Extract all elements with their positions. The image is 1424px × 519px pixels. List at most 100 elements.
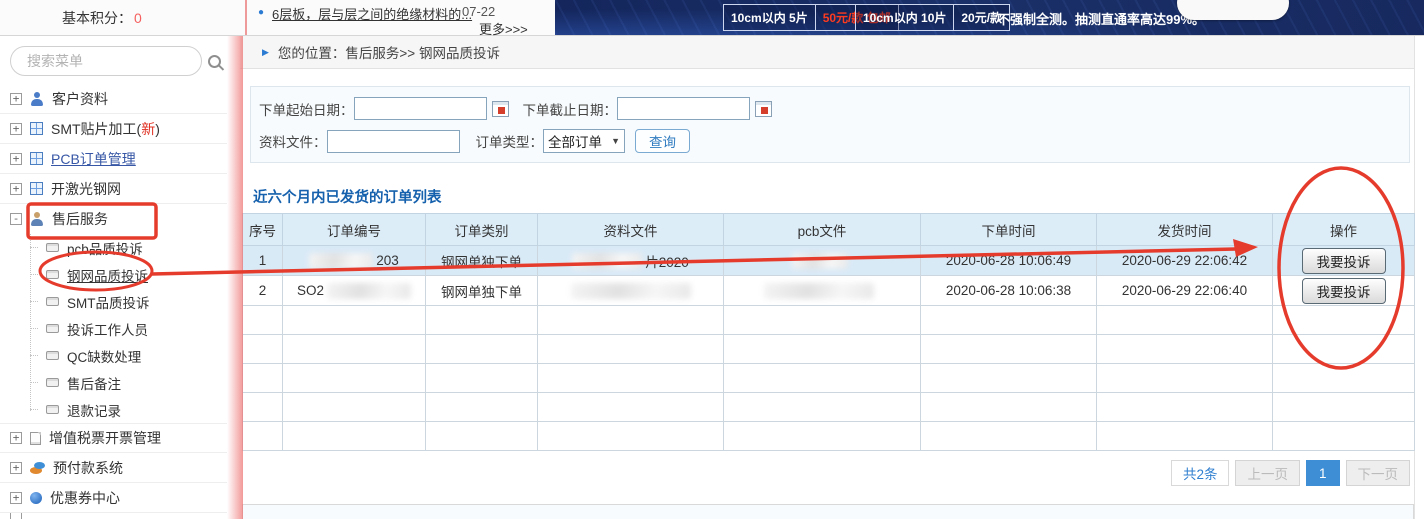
- col-header-ship-time: 发货时间: [1097, 214, 1273, 246]
- empty-cell: [426, 422, 538, 451]
- cell-file: 片2020: [538, 246, 724, 276]
- sidebar-item-smt[interactable]: + SMT贴片加工(新): [0, 114, 227, 144]
- expand-plus-icon[interactable]: +: [10, 432, 22, 444]
- expand-plus-icon[interactable]: +: [10, 492, 22, 504]
- expand-minus-icon[interactable]: -: [10, 213, 22, 225]
- sidebar-item-label: 预付款系统: [53, 458, 123, 478]
- orders-table: 序号 订单编号 订单类别 资料文件 pcb文件 下单时间 发货时间 操作 1 2…: [242, 213, 1415, 451]
- expand-plus-icon[interactable]: +: [10, 93, 22, 105]
- calendar-icon[interactable]: [492, 101, 509, 117]
- redacted-blur: [764, 283, 874, 299]
- sidebar-item-complaint-staff[interactable]: 投诉工作人员: [30, 315, 227, 342]
- next-page-button[interactable]: 下一页: [1346, 460, 1411, 486]
- empty-cell: [1097, 335, 1273, 364]
- start-date-input[interactable]: [354, 97, 487, 120]
- list-icon: [46, 324, 59, 333]
- empty-cell: [724, 422, 921, 451]
- sidebar-search-box[interactable]: [10, 46, 202, 76]
- expand-plus-icon[interactable]: +: [10, 123, 22, 135]
- complain-button[interactable]: 我要投诉: [1302, 278, 1386, 304]
- empty-cell: [1273, 393, 1415, 422]
- list-icon: [46, 243, 59, 252]
- query-button[interactable]: 查询: [635, 129, 690, 153]
- empty-cell: [921, 393, 1097, 422]
- sidebar-item-customer[interactable]: + 客户资料: [0, 84, 227, 114]
- sidebar-item-partial[interactable]: [0, 513, 227, 519]
- empty-cell: [426, 306, 538, 335]
- table-row-empty: [243, 422, 1415, 451]
- grid-icon: [30, 152, 43, 165]
- empty-cell: [1273, 422, 1415, 451]
- sidebar-item-label: QC缺数处理: [67, 346, 141, 366]
- sidebar-item-label: SMT品质投诉: [67, 292, 150, 312]
- prev-page-button[interactable]: 上一页: [1235, 460, 1300, 486]
- document-icon: [30, 432, 41, 445]
- empty-cell: [1097, 364, 1273, 393]
- sidebar-item-qc-shortage[interactable]: QC缺数处理: [30, 342, 227, 369]
- empty-cell: [724, 393, 921, 422]
- sidebar-item-laser-stencil[interactable]: + 开激光钢网: [0, 174, 227, 204]
- sidebar-item-after-sales-note[interactable]: 售后备注: [30, 369, 227, 396]
- table-row: 2 SO2 钢网单独下单 2020-06-28 10:06:38 2020-06…: [243, 276, 1415, 306]
- cell-file: [538, 276, 724, 306]
- breadcrumb-arrow-icon: ▶: [262, 47, 269, 58]
- sidebar-item-invoice[interactable]: + 增值税票开票管理: [0, 423, 227, 453]
- sidebar-item-label: 钢网品质投诉: [67, 265, 148, 285]
- order-type-select[interactable]: 全部订单 ▼: [543, 129, 625, 153]
- sidebar-item-refund-record[interactable]: 退款记录: [30, 396, 227, 423]
- complain-button[interactable]: 我要投诉: [1302, 248, 1386, 274]
- news-date: 07-22: [462, 4, 495, 19]
- promo-banner: 10cm以内 5片 50元/款 包邮 10cm以内 10片 20元/款 不强制全…: [555, 0, 1424, 35]
- empty-cell: [283, 306, 426, 335]
- search-input[interactable]: [27, 53, 208, 69]
- empty-cell: [921, 335, 1097, 364]
- calendar-icon[interactable]: [755, 101, 772, 117]
- news-link[interactable]: 6层板，层与层之间的绝缘材料的...: [272, 4, 472, 23]
- cell-no: 2: [243, 276, 283, 306]
- empty-cell: [921, 364, 1097, 393]
- offer1-qty: 10cm以内 5片: [724, 5, 815, 30]
- current-page-button[interactable]: 1: [1306, 460, 1340, 486]
- expand-plus-icon[interactable]: +: [10, 183, 22, 195]
- search-icon[interactable]: [208, 55, 221, 68]
- points-label: 基本积分：: [62, 10, 132, 26]
- sidebar-item-label: 增值税票开票管理: [49, 428, 161, 448]
- empty-cell: [1097, 393, 1273, 422]
- empty-cell: [283, 422, 426, 451]
- file-label: 资料文件：: [259, 131, 327, 151]
- search-form: 下单起始日期： 下单截止日期： 资料文件： 订单类型： 全部订单 ▼ 查询: [250, 86, 1410, 163]
- empty-cell: [283, 393, 426, 422]
- cell-no: 1: [243, 246, 283, 276]
- cell-order-time: 2020-06-28 10:06:38: [921, 276, 1097, 306]
- table-row-empty: [243, 306, 1415, 335]
- sidebar-item-label: 开激光钢网: [51, 179, 121, 199]
- redacted-blur: [572, 253, 642, 269]
- file-input[interactable]: [327, 130, 460, 153]
- col-header-no: 序号: [243, 214, 283, 246]
- empty-cell: [538, 335, 724, 364]
- sidebar-item-stencil-complaint[interactable]: 钢网品质投诉: [30, 261, 227, 288]
- topbar-divider: [245, 0, 247, 35]
- empty-cell: [724, 306, 921, 335]
- expand-plus-icon[interactable]: +: [10, 462, 22, 474]
- sidebar-item-label: 客户资料: [52, 89, 108, 109]
- empty-cell: [283, 335, 426, 364]
- sidebar-item-coupon[interactable]: + 优惠券中心: [0, 483, 227, 513]
- cell-type: 钢网单独下单: [426, 246, 538, 276]
- empty-cell: [1097, 306, 1273, 335]
- empty-cell: [538, 306, 724, 335]
- sidebar-item-pcb-orders[interactable]: + PCB订单管理: [0, 144, 227, 174]
- col-header-order-no: 订单编号: [283, 214, 426, 246]
- main-content: ▶ 您的位置：售后服务>> 钢网品质投诉 下单起始日期： 下单截止日期： 资料文…: [240, 36, 1424, 519]
- pagination: 共2条 上一页 1 下一页: [1171, 460, 1410, 486]
- list-icon: [46, 378, 59, 387]
- promo-cta-button[interactable]: [1177, 0, 1289, 20]
- sidebar-item-smt-complaint[interactable]: SMT品质投诉: [30, 288, 227, 315]
- expand-plus-icon[interactable]: +: [10, 153, 22, 165]
- news-more-link[interactable]: 更多>>>: [479, 19, 528, 38]
- sidebar-item-pcb-complaint[interactable]: pcb品质投诉: [30, 234, 227, 261]
- sidebar-item-after-sales[interactable]: - 售后服务: [0, 204, 227, 234]
- end-date-input[interactable]: [617, 97, 750, 120]
- cell-pcb-file: [724, 246, 921, 276]
- sidebar-item-prepay[interactable]: + 预付款系统: [0, 453, 227, 483]
